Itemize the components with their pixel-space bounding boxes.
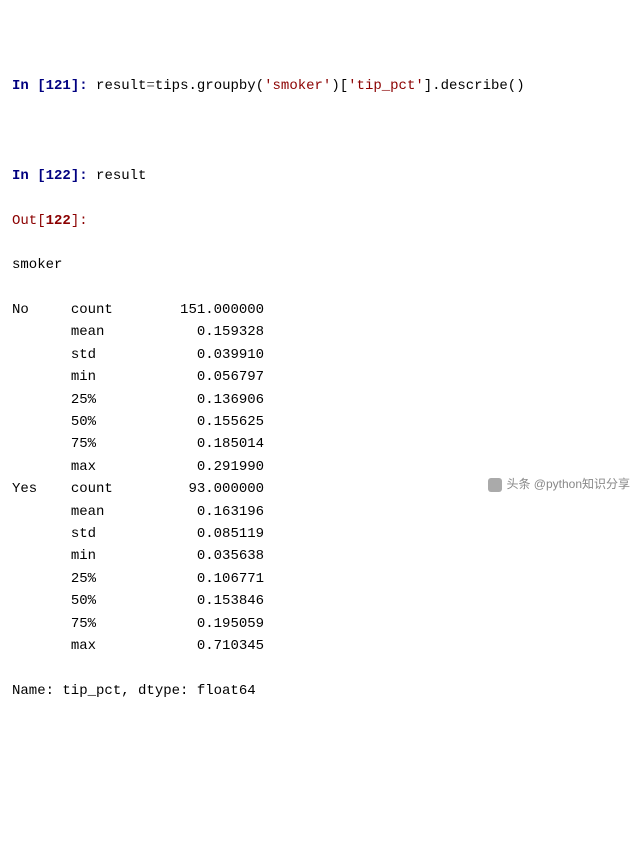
group-label: No bbox=[12, 302, 71, 318]
group-label bbox=[12, 436, 71, 452]
group-label bbox=[12, 638, 71, 654]
stat-name: 50% bbox=[71, 593, 147, 609]
code-object[interactable]: tips bbox=[155, 78, 189, 94]
watermark-text: 头条 @python知识分享 bbox=[506, 477, 630, 491]
stat-value: 0.039910 bbox=[146, 347, 264, 363]
group-label bbox=[12, 414, 71, 430]
code-dot: . bbox=[432, 78, 440, 94]
output-row: std 0.039910 bbox=[12, 344, 628, 366]
stat-value: 0.085119 bbox=[146, 526, 264, 542]
stat-name: 50% bbox=[71, 414, 147, 430]
in-prompt-number: 122 bbox=[46, 168, 71, 184]
in-prompt-close: ]: bbox=[71, 78, 96, 94]
notebook-cell-2-out: Out[122]: bbox=[12, 210, 628, 232]
stat-value: 0.035638 bbox=[146, 548, 264, 564]
paren-close: ) bbox=[331, 78, 339, 94]
output-row: No count 151.000000 bbox=[12, 299, 628, 321]
output-dtype-line: Name: tip_pct, dtype: float64 bbox=[12, 680, 628, 702]
output-row: 75% 0.185014 bbox=[12, 433, 628, 455]
in-prompt: In [ bbox=[12, 78, 46, 94]
output-row: 50% 0.155625 bbox=[12, 411, 628, 433]
stat-value: 0.106771 bbox=[146, 571, 264, 587]
output-index-name: smoker bbox=[12, 254, 628, 276]
stat-value: 0.163196 bbox=[146, 504, 264, 520]
code-dot: . bbox=[188, 78, 196, 94]
notebook-cell-1: In [121]: result=tips.groupby('smoker')[… bbox=[12, 75, 628, 97]
in-prompt-close: ]: bbox=[71, 168, 96, 184]
stat-value: 93.000000 bbox=[146, 481, 264, 497]
in-prompt-number: 121 bbox=[46, 78, 71, 94]
out-prompt-close: ]: bbox=[71, 213, 88, 229]
group-label bbox=[12, 392, 71, 408]
group-label bbox=[12, 526, 71, 542]
bracket-close: ] bbox=[424, 78, 432, 94]
group-label bbox=[12, 369, 71, 385]
output-row: 75% 0.195059 bbox=[12, 613, 628, 635]
string-tip-pct[interactable]: 'tip_pct' bbox=[348, 78, 424, 94]
watermark-logo-icon bbox=[488, 478, 502, 492]
output-row: 25% 0.106771 bbox=[12, 568, 628, 590]
group-label bbox=[12, 504, 71, 520]
output-row: min 0.035638 bbox=[12, 545, 628, 567]
group-label bbox=[12, 347, 71, 363]
stat-value: 151.000000 bbox=[146, 302, 264, 318]
stat-name: min bbox=[71, 548, 147, 564]
code-result[interactable]: result bbox=[96, 168, 146, 184]
output-row: std 0.085119 bbox=[12, 523, 628, 545]
output-row: 25% 0.136906 bbox=[12, 389, 628, 411]
group-label bbox=[12, 593, 71, 609]
in-prompt: In [ bbox=[12, 168, 46, 184]
stat-name: max bbox=[71, 459, 147, 475]
string-smoker[interactable]: 'smoker' bbox=[264, 78, 331, 94]
stat-value: 0.136906 bbox=[146, 392, 264, 408]
stat-value: 0.710345 bbox=[146, 638, 264, 654]
stat-name: 75% bbox=[71, 436, 147, 452]
stat-name: count bbox=[71, 481, 147, 497]
notebook-cell-2-in: In [122]: result bbox=[12, 165, 628, 187]
group-label bbox=[12, 548, 71, 564]
output-row: 50% 0.153846 bbox=[12, 590, 628, 612]
group-label bbox=[12, 459, 71, 475]
group-label bbox=[12, 571, 71, 587]
stat-name: mean bbox=[71, 504, 147, 520]
output-row: max 0.710345 bbox=[12, 635, 628, 657]
out-prompt: Out[ bbox=[12, 213, 46, 229]
code-groupby[interactable]: groupby bbox=[197, 78, 256, 94]
stat-value: 0.291990 bbox=[146, 459, 264, 475]
watermark: 头条 @python知识分享 bbox=[488, 475, 630, 494]
code-equals: = bbox=[146, 78, 154, 94]
stat-name: 75% bbox=[71, 616, 147, 632]
stat-value: 0.159328 bbox=[146, 324, 264, 340]
stat-name: std bbox=[71, 526, 147, 542]
output-row: min 0.056797 bbox=[12, 366, 628, 388]
stat-name: std bbox=[71, 347, 147, 363]
out-prompt-number: 122 bbox=[46, 213, 71, 229]
paren-open: ( bbox=[256, 78, 264, 94]
group-label bbox=[12, 616, 71, 632]
stat-name: mean bbox=[71, 324, 147, 340]
stat-name: 25% bbox=[71, 571, 147, 587]
group-label bbox=[12, 324, 71, 340]
stat-name: min bbox=[71, 369, 147, 385]
code-lhs[interactable]: result bbox=[96, 78, 146, 94]
call-parens: () bbox=[508, 78, 525, 94]
stat-value: 0.185014 bbox=[146, 436, 264, 452]
stat-name: max bbox=[71, 638, 147, 654]
stat-value: 0.153846 bbox=[146, 593, 264, 609]
group-label: Yes bbox=[12, 481, 71, 497]
blank-line bbox=[12, 120, 628, 142]
stat-name: 25% bbox=[71, 392, 147, 408]
code-describe[interactable]: describe bbox=[441, 78, 508, 94]
output-row: mean 0.159328 bbox=[12, 321, 628, 343]
stat-value: 0.056797 bbox=[146, 369, 264, 385]
stat-value: 0.155625 bbox=[146, 414, 264, 430]
stat-name: count bbox=[71, 302, 147, 318]
stat-value: 0.195059 bbox=[146, 616, 264, 632]
bracket-open: [ bbox=[340, 78, 348, 94]
output-row: mean 0.163196 bbox=[12, 501, 628, 523]
